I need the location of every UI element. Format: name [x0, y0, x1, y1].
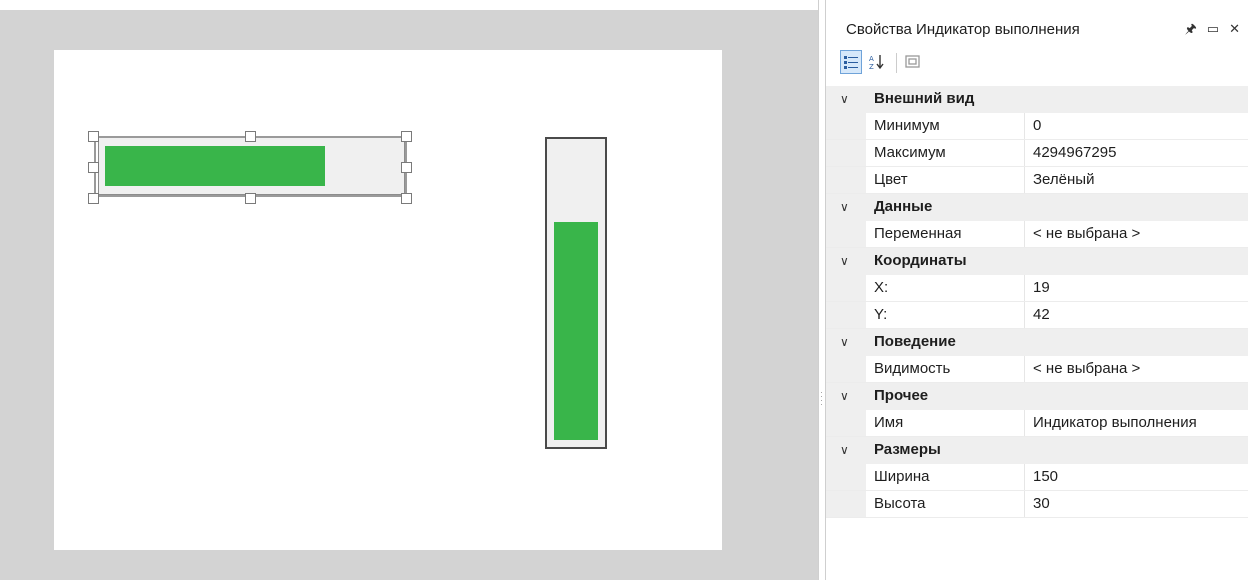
resize-handle-ne[interactable]	[401, 131, 412, 142]
chevron-down-icon[interactable]: ∨	[840, 443, 849, 457]
row-gutter	[826, 356, 866, 382]
column-divider[interactable]	[1024, 410, 1025, 436]
row-gutter	[826, 464, 866, 490]
category-label: Поведение	[874, 333, 956, 350]
property-value[interactable]: Зелёный	[1033, 171, 1094, 188]
column-divider[interactable]	[1024, 356, 1025, 382]
chevron-down-icon[interactable]: ∨	[840, 335, 849, 349]
category-row[interactable]: ∨ Прочее	[826, 383, 1248, 410]
property-value[interactable]: Индикатор выполнения	[1033, 414, 1197, 431]
property-row[interactable]: Минимум 0	[826, 113, 1248, 140]
row-gutter	[826, 275, 866, 301]
row-gutter	[826, 410, 866, 436]
category-label: Размеры	[874, 441, 941, 458]
property-name: Y:	[874, 306, 888, 323]
row-gutter	[826, 140, 866, 166]
category-row[interactable]: ∨ Данные	[826, 194, 1248, 221]
property-row[interactable]: Имя Индикатор выполнения	[826, 410, 1248, 437]
property-name: Имя	[874, 414, 904, 431]
property-value[interactable]: 30	[1033, 495, 1050, 512]
column-divider[interactable]	[1024, 302, 1025, 328]
panel-title: Свойства Индикатор выполнения	[846, 21, 1080, 38]
row-gutter	[826, 491, 866, 517]
form-canvas[interactable]	[54, 50, 722, 550]
property-row[interactable]: Ширина 150	[826, 464, 1248, 491]
row-gutter	[826, 167, 866, 193]
property-row[interactable]: X: 19	[826, 275, 1248, 302]
column-divider[interactable]	[1024, 140, 1025, 166]
property-row[interactable]: Максимум 4294967295	[826, 140, 1248, 167]
property-grid: ∨ Внешний вид Минимум 0 Максимум 4294967295 Цв…	[826, 86, 1248, 518]
chevron-down-icon[interactable]: ∨	[840, 254, 849, 268]
property-name: Ширина	[874, 468, 930, 485]
property-name: Цвет	[874, 171, 908, 188]
property-row[interactable]: Видимость < не выбрана >	[826, 356, 1248, 383]
designer-top-strip	[0, 0, 818, 10]
splitter-grip-icon: · · · ·	[820, 387, 823, 409]
category-row[interactable]: ∨ Размеры	[826, 437, 1248, 464]
chevron-down-icon[interactable]: ∨	[840, 92, 849, 106]
maximize-icon[interactable]: ▭	[1207, 21, 1219, 36]
column-divider[interactable]	[1024, 491, 1025, 517]
row-gutter	[826, 113, 866, 139]
resize-handle-e[interactable]	[401, 162, 412, 173]
row-gutter	[826, 221, 866, 247]
pin-icon[interactable]: 🖈︎	[1185, 21, 1197, 36]
column-divider[interactable]	[1024, 167, 1025, 193]
properties-panel: Свойства Индикатор выполнения 🖈︎ ▭ ✕ AZ ∨ В…	[826, 0, 1248, 580]
property-value[interactable]: < не выбрана >	[1033, 225, 1140, 242]
column-divider[interactable]	[1024, 275, 1025, 301]
property-value[interactable]: 4294967295	[1033, 144, 1116, 161]
column-divider[interactable]	[1024, 113, 1025, 139]
row-gutter	[826, 302, 866, 328]
close-icon[interactable]: ✕	[1229, 21, 1240, 36]
toolbar-separator	[896, 53, 897, 73]
resize-handle-w[interactable]	[88, 162, 99, 173]
svg-text:A: A	[869, 55, 874, 63]
resize-handle-sw[interactable]	[88, 193, 99, 204]
property-row[interactable]: Цвет Зелёный	[826, 167, 1248, 194]
property-value[interactable]: < не выбрана >	[1033, 360, 1140, 377]
property-value[interactable]: 42	[1033, 306, 1050, 323]
property-name: Видимость	[874, 360, 951, 377]
horizontal-progress-bar[interactable]	[98, 137, 405, 195]
resize-handle-nw[interactable]	[88, 131, 99, 142]
property-name: Минимум	[874, 117, 940, 134]
designer-area	[0, 0, 818, 580]
panel-splitter[interactable]: · · · ·	[818, 0, 826, 580]
resize-handle-s[interactable]	[245, 193, 256, 204]
category-label: Внешний вид	[874, 90, 975, 107]
chevron-down-icon[interactable]: ∨	[840, 200, 849, 214]
column-divider[interactable]	[1024, 221, 1025, 247]
categorized-icon[interactable]	[840, 50, 862, 74]
sort-alphabetical-icon[interactable]: AZ	[866, 50, 888, 74]
property-row[interactable]: Переменная < не выбрана >	[826, 221, 1248, 248]
property-name: Высота	[874, 495, 926, 512]
property-name: Переменная	[874, 225, 962, 242]
category-label: Данные	[874, 198, 933, 215]
property-pages-icon[interactable]	[902, 50, 924, 74]
progress-fill	[554, 222, 598, 440]
category-row[interactable]: ∨ Внешний вид	[826, 86, 1248, 113]
svg-text:Z: Z	[869, 63, 874, 70]
category-label: Координаты	[874, 252, 967, 269]
resize-handle-se[interactable]	[401, 193, 412, 204]
property-value[interactable]: 19	[1033, 279, 1050, 296]
category-label: Прочее	[874, 387, 929, 404]
column-divider[interactable]	[1024, 464, 1025, 490]
property-value[interactable]: 0	[1033, 117, 1041, 134]
property-value[interactable]: 150	[1033, 468, 1058, 485]
progress-fill	[105, 146, 325, 186]
property-name: X:	[874, 279, 889, 296]
category-row[interactable]: ∨ Поведение	[826, 329, 1248, 356]
property-name: Максимум	[874, 144, 946, 161]
vertical-progress-bar[interactable]	[545, 137, 607, 449]
category-row[interactable]: ∨ Координаты	[826, 248, 1248, 275]
property-row[interactable]: Высота 30	[826, 491, 1248, 518]
chevron-down-icon[interactable]: ∨	[840, 389, 849, 403]
property-row[interactable]: Y: 42	[826, 302, 1248, 329]
panel-window-buttons: 🖈︎ ▭ ✕	[1175, 20, 1240, 42]
resize-handle-n[interactable]	[245, 131, 256, 142]
